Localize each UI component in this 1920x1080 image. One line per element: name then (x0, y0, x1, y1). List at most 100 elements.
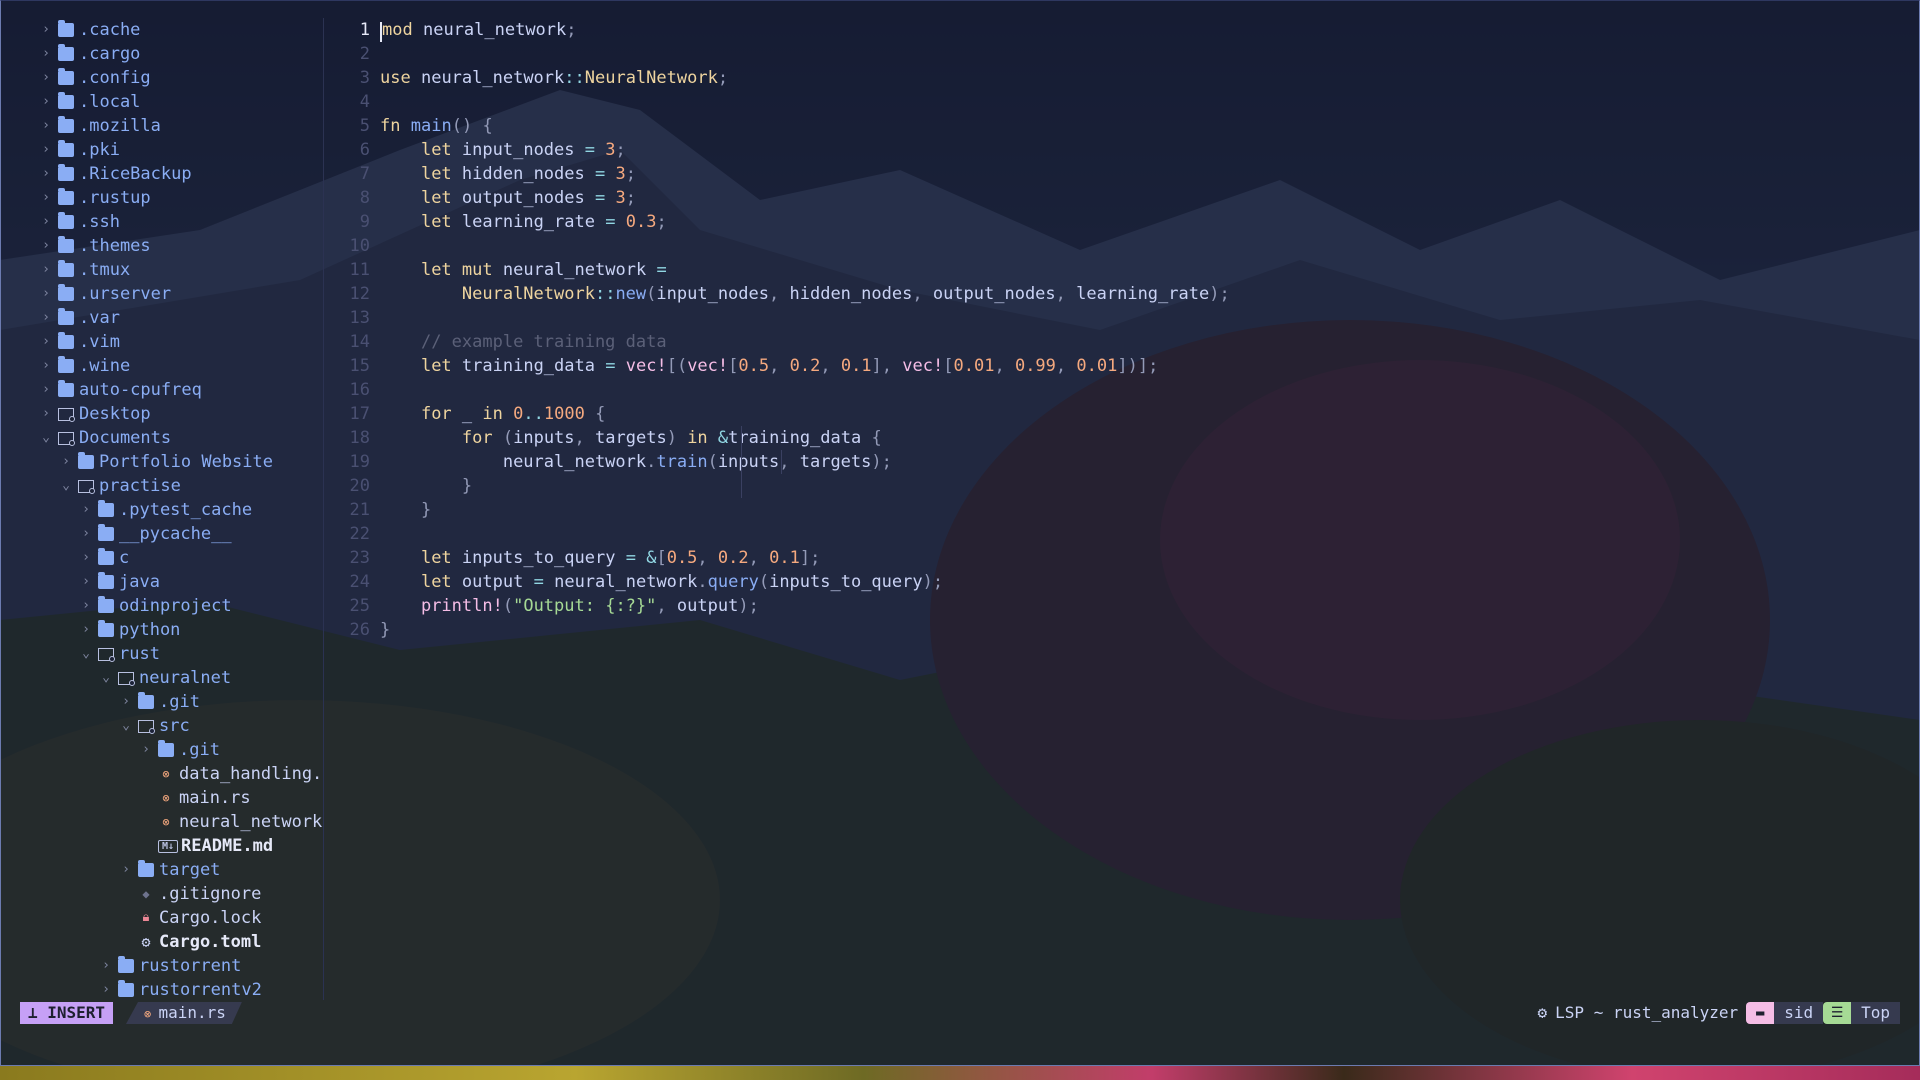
code-line[interactable]: 11 let mut neural_network = (330, 258, 667, 282)
code-line[interactable]: 15 let training_data = vec![(vec![0.5, 0… (330, 354, 1159, 378)
code-line[interactable]: 9 let learning_rate = 0.3; (330, 210, 667, 234)
tree-item[interactable]: ⚙ Cargo.toml (120, 930, 261, 954)
tree-item[interactable]: › .pki (40, 138, 120, 162)
code-line[interactable]: 25 println!("Output: {:?}", output); (330, 594, 759, 618)
tree-item[interactable]: › auto-cpufreq (40, 378, 202, 402)
chevron-right-icon[interactable]: › (40, 186, 52, 210)
tree-item[interactable]: › .var (40, 306, 120, 330)
tree-item[interactable]: ⌄ practise (60, 474, 181, 498)
current-file-segment[interactable]: ⊗ main.rs (126, 1002, 242, 1024)
tree-item[interactable]: › .themes (40, 234, 151, 258)
code-line[interactable]: 7 let hidden_nodes = 3; (330, 162, 636, 186)
tree-item[interactable]: › Desktop (40, 402, 151, 426)
chevron-down-icon[interactable]: ⌄ (40, 426, 52, 450)
tree-item[interactable]: › rustorrent (100, 954, 241, 978)
tree-item[interactable]: › .local (40, 90, 140, 114)
tree-item[interactable]: › c (80, 546, 129, 570)
tree-item[interactable]: › odinproject (80, 594, 232, 618)
code-line[interactable]: 21 } (330, 498, 432, 522)
code-line[interactable]: 2 (330, 42, 380, 66)
code-line[interactable]: 4 (330, 90, 380, 114)
chevron-right-icon[interactable]: › (80, 546, 92, 570)
tree-item[interactable]: › Portfolio Website (60, 450, 273, 474)
code-line[interactable]: 12 NeuralNetwork::new(input_nodes, hidde… (330, 282, 1230, 306)
tree-item[interactable]: ⌄ Documents (40, 426, 171, 450)
tree-item[interactable]: › python (80, 618, 180, 642)
chevron-down-icon[interactable]: ⌄ (60, 474, 72, 498)
tree-item[interactable]: M↓ README.md (140, 834, 273, 858)
chevron-right-icon[interactable]: › (40, 234, 52, 258)
chevron-right-icon[interactable]: › (40, 114, 52, 138)
code-line[interactable]: 19 neural_network.train(inputs, targets)… (330, 450, 892, 474)
tree-item[interactable]: ⌄ src (120, 714, 190, 738)
code-line[interactable]: 24 let output = neural_network.query(inp… (330, 570, 944, 594)
chevron-right-icon[interactable]: › (40, 18, 52, 42)
tree-item[interactable]: › rustorrentv2 (100, 978, 262, 1002)
chevron-right-icon[interactable]: › (120, 690, 132, 714)
tree-item[interactable]: › .pytest_cache (80, 498, 252, 522)
tree-item[interactable]: › .urserver (40, 282, 171, 306)
code-line[interactable]: 22 (330, 522, 380, 546)
tree-item[interactable]: › .vim (40, 330, 120, 354)
tree-item[interactable]: › .mozilla (40, 114, 161, 138)
code-line[interactable]: 20 } (330, 474, 473, 498)
tree-item[interactable]: › .config (40, 66, 151, 90)
tree-item[interactable]: ⊗ main.rs (140, 786, 250, 810)
code-line[interactable]: 10 (330, 234, 380, 258)
code-line[interactable]: 14 // example training data (330, 330, 667, 354)
chevron-right-icon[interactable]: › (40, 378, 52, 402)
chevron-right-icon[interactable]: › (40, 330, 52, 354)
chevron-right-icon[interactable]: › (120, 858, 132, 882)
chevron-right-icon[interactable]: › (40, 66, 52, 90)
code-line[interactable]: 17 for _ in 0..1000 { (330, 402, 606, 426)
chevron-right-icon[interactable]: › (40, 354, 52, 378)
code-line[interactable]: 6 let input_nodes = 3; (330, 138, 626, 162)
chevron-right-icon[interactable]: › (80, 498, 92, 522)
chevron-right-icon[interactable]: › (60, 450, 72, 474)
tree-item[interactable]: ◆ .gitignore (120, 882, 261, 906)
code-line[interactable]: 5 fn main() { (330, 114, 493, 138)
chevron-right-icon[interactable]: › (80, 522, 92, 546)
chevron-down-icon[interactable]: ⌄ (100, 666, 112, 690)
tree-item[interactable]: › .rustup (40, 186, 151, 210)
chevron-right-icon[interactable]: › (80, 594, 92, 618)
tree-item[interactable]: › .ssh (40, 210, 120, 234)
tree-item[interactable]: › .cache (40, 18, 140, 42)
tree-item[interactable]: › .git (120, 690, 200, 714)
chevron-right-icon[interactable]: › (40, 402, 52, 426)
code-line[interactable]: 13 (330, 306, 380, 330)
chevron-right-icon[interactable]: › (40, 306, 52, 330)
tree-item[interactable]: › .wine (40, 354, 130, 378)
tree-item[interactable]: › .tmux (40, 258, 130, 282)
chevron-down-icon[interactable]: ⌄ (120, 714, 132, 738)
chevron-right-icon[interactable]: › (40, 138, 52, 162)
chevron-right-icon[interactable]: › (140, 738, 152, 762)
code-line[interactable]: 8 let output_nodes = 3; (330, 186, 636, 210)
chevron-right-icon[interactable]: › (80, 570, 92, 594)
chevron-down-icon[interactable]: ⌄ (80, 642, 92, 666)
chevron-right-icon[interactable]: › (40, 258, 52, 282)
tree-item[interactable]: 🔒︎ Cargo.lock (120, 906, 262, 930)
tree-item[interactable]: › .git (140, 738, 220, 762)
code-line[interactable]: 18 for (inputs, targets) in &training_da… (330, 426, 882, 450)
code-line[interactable]: 26} (330, 618, 391, 642)
code-line[interactable]: 23 let inputs_to_query = &[0.5, 0.2, 0.1… (330, 546, 821, 570)
code-editor[interactable]: 1 mod neural_network; 2 3 use neural_network… (330, 18, 1900, 640)
tree-item[interactable]: › .RiceBackup (40, 162, 192, 186)
tree-item[interactable]: ⌄ neuralnet (100, 666, 231, 690)
tree-item[interactable]: › target (120, 858, 220, 882)
chevron-right-icon[interactable]: › (40, 210, 52, 234)
tree-item[interactable]: › java (80, 570, 160, 594)
code-line[interactable]: 16 (330, 378, 380, 402)
code-line[interactable]: 1 mod neural_network; (330, 18, 577, 42)
tree-item[interactable]: ⊗ neural_network (140, 810, 322, 834)
chevron-right-icon[interactable]: › (100, 954, 112, 978)
chevron-right-icon[interactable]: › (80, 618, 92, 642)
chevron-right-icon[interactable]: › (40, 90, 52, 114)
chevron-right-icon[interactable]: › (40, 162, 52, 186)
code-line[interactable]: 3 use neural_network::NeuralNetwork; (330, 66, 728, 90)
chevron-right-icon[interactable]: › (40, 282, 52, 306)
tree-item[interactable]: ⊗ data_handling. (140, 762, 322, 786)
chevron-right-icon[interactable]: › (100, 978, 112, 1002)
chevron-right-icon[interactable]: › (40, 42, 52, 66)
